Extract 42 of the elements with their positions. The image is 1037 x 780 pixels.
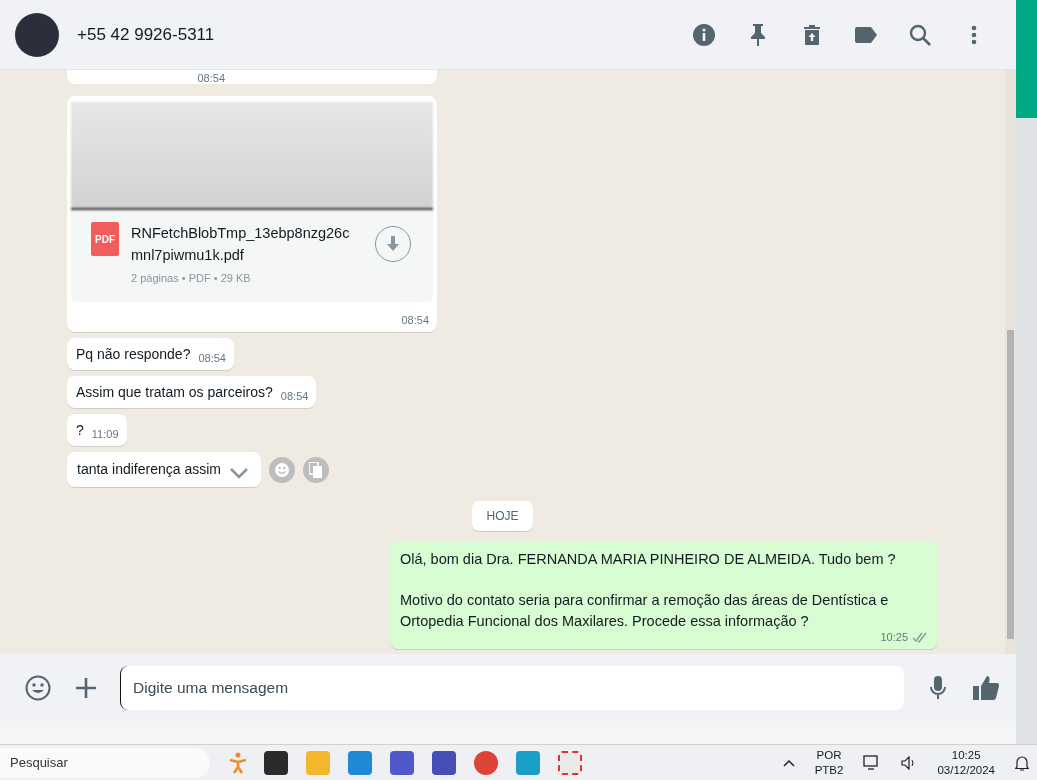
contact-name: +55 42 9926-5311 <box>77 24 216 45</box>
message-time: 08:54 <box>280 390 309 402</box>
label-icon <box>855 26 877 43</box>
message-time: 08:54 <box>401 314 429 326</box>
file-name: RNFetchBlobTmp_13ebp8nzg26cmnl7piwmu1k.pdf <box>131 224 351 265</box>
plus-icon <box>75 676 97 699</box>
message-text: Olá, bom dia Dra. FERNANDA MARIA PINHEIRO DE ALMEIDA. Tudo bem ? Motivo do contato seria para confirmar a remoção das áreas de Dentística e Ortopedia Funcional dos Maxilares. Procede essa informação ? <box>400 550 897 631</box>
download-icon <box>386 236 400 252</box>
like-button[interactable] <box>972 673 1000 702</box>
trash-icon <box>804 24 820 45</box>
message-time: 11:09 <box>91 428 119 440</box>
clock-time: 10:25 <box>951 747 981 763</box>
smiley-icon <box>274 462 289 477</box>
message-text: Assim que tratam os parceiros? <box>76 383 273 402</box>
scrollbar-thumb[interactable] <box>1007 329 1014 640</box>
microphone-icon <box>930 675 946 700</box>
message-text: Pq não responde? <box>76 345 191 364</box>
search-field[interactable]: Pesquisar <box>0 747 210 778</box>
message-time: 08:54 <box>197 72 225 84</box>
bell-icon[interactable] <box>1015 754 1029 771</box>
message-input[interactable]: Digite uma mensagem <box>120 665 904 710</box>
language-code: POR <box>816 747 842 763</box>
chevron-down-icon[interactable] <box>228 467 251 479</box>
clock-date: 03/12/2024 <box>937 762 995 778</box>
pin-icon <box>751 23 765 46</box>
chevron-up-icon[interactable] <box>782 758 795 767</box>
menu-icon <box>971 24 977 45</box>
file-details: 2 páginas • PDF • 29 KB <box>131 272 252 284</box>
copy-icon <box>308 461 323 478</box>
message-time: 08:54 <box>198 352 226 364</box>
info-icon <box>693 23 715 46</box>
thumbs-up-icon <box>973 675 999 700</box>
message-text: ? <box>76 421 84 440</box>
emoji-button[interactable] <box>24 673 52 702</box>
search-icon <box>909 23 931 46</box>
avatar[interactable] <box>15 12 59 57</box>
message-text: tanta indiferença assim <box>77 460 221 479</box>
smiley-icon <box>25 674 51 701</box>
message-time: 10:25 <box>880 631 908 643</box>
pdf-icon: PDF <box>91 222 119 256</box>
date-label: HOJE <box>472 501 533 531</box>
keyboard-layout: PTB2 <box>814 762 844 778</box>
